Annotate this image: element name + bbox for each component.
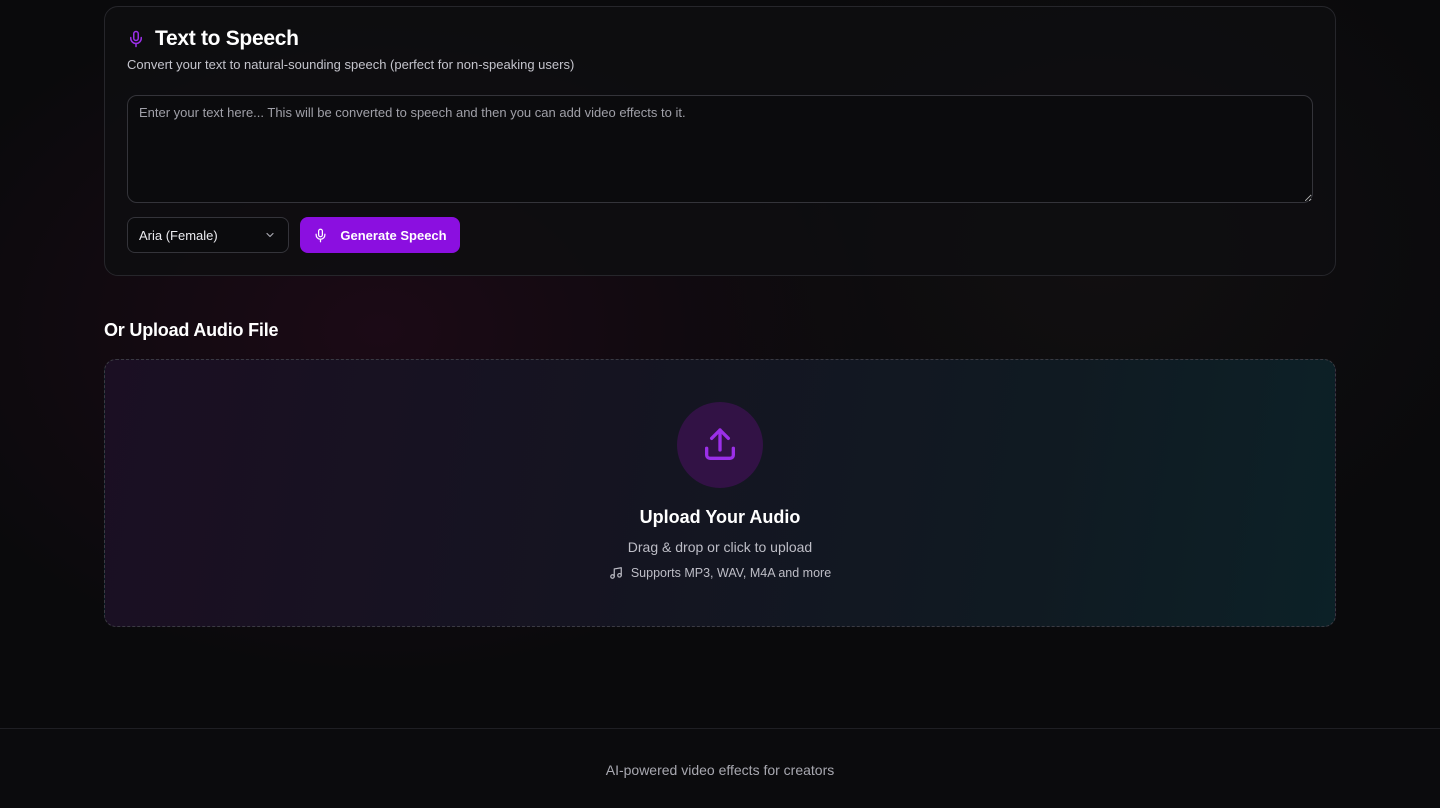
tts-title: Text to Speech xyxy=(155,27,299,50)
music-note-icon xyxy=(609,566,623,580)
voice-select[interactable]: Aria (Female) xyxy=(127,217,289,253)
dropzone-formats-text: Supports MP3, WAV, M4A and more xyxy=(630,566,832,580)
mic-icon xyxy=(127,30,145,48)
page: Text to Speech Convert your text to natu… xyxy=(0,0,1440,808)
audio-dropzone[interactable]: Upload Your Audio Drag & drop or click t… xyxy=(104,359,1336,627)
generate-speech-button[interactable]: Generate Speech xyxy=(300,217,460,253)
generate-speech-label: Generate Speech xyxy=(340,227,447,243)
tts-header: Text to Speech xyxy=(127,27,299,51)
tts-text-input[interactable] xyxy=(127,95,1313,203)
upload-icon-badge xyxy=(677,402,763,488)
dropzone-title: Upload Your Audio xyxy=(639,507,801,527)
upload-icon xyxy=(700,425,740,465)
dropzone-formats: Supports MP3, WAV, M4A and more xyxy=(105,566,1335,580)
chevron-down-icon xyxy=(264,229,276,241)
text-to-speech-card: Text to Speech Convert your text to natu… xyxy=(104,6,1336,276)
mic-icon xyxy=(313,228,328,243)
footer-tagline: AI-powered video effects for creators xyxy=(605,762,835,778)
voice-select-value: Aria (Female) xyxy=(139,227,218,243)
tts-subtitle: Convert your text to natural-sounding sp… xyxy=(127,57,575,72)
footer: AI-powered video effects for creators xyxy=(0,728,1440,808)
dropzone-subtitle: Drag & drop or click to upload xyxy=(627,539,813,555)
upload-section-heading: Or Upload Audio File xyxy=(104,320,279,340)
